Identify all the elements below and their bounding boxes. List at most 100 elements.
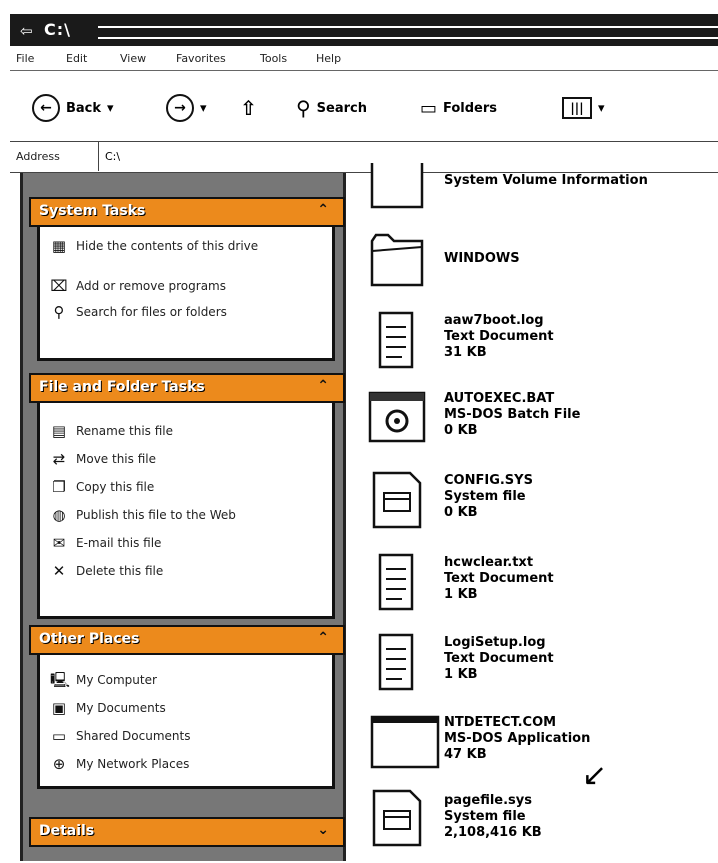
expand-chevron-icon[interactable]: ⌄ — [317, 822, 329, 838]
views-button[interactable]: ||| ▾ — [562, 93, 605, 123]
search-icon: ⚲ — [53, 303, 65, 321]
menu-bar: File Edit View Favorites Tools Help — [10, 46, 718, 71]
back-label: Back — [66, 100, 102, 116]
collapse-chevron-icon[interactable]: ⌃ — [317, 202, 329, 218]
task-label: Hide the contents of this drive — [76, 239, 259, 253]
annotation-arrow-icon: ↙ — [582, 758, 608, 793]
task-label: Publish this file to the Web — [76, 508, 236, 522]
file-name: hcwclear.txt — [444, 555, 534, 570]
copy-task[interactable]: ❐ Copy this file — [50, 479, 154, 495]
task-label: E-mail this file — [76, 536, 162, 550]
views-icon: ||| — [562, 97, 592, 119]
move-task[interactable]: ⇄ Move this file — [50, 451, 156, 467]
system-file-icon — [372, 471, 422, 529]
menu-view[interactable]: View — [120, 52, 146, 65]
menu-favorites[interactable]: Favorites — [176, 52, 226, 65]
menu-edit[interactable]: Edit — [66, 52, 87, 65]
computer-icon: 🖳 — [50, 671, 71, 689]
copy-icon: ❐ — [52, 478, 66, 496]
collapse-chevron-icon[interactable]: ⌃ — [317, 630, 329, 646]
file-folder-tasks-header[interactable]: File and Folder Tasks ⌃ — [29, 373, 345, 403]
file-item[interactable]: LogiSetup.log Text Document 1 KB — [356, 625, 716, 705]
file-item[interactable]: WINDOWS — [356, 229, 716, 309]
file-type: Text Document — [444, 571, 554, 586]
folder-icon — [370, 163, 424, 209]
file-size: 1 KB — [444, 587, 478, 602]
task-pane: ▦ Hide the contents of this drive ⌧ Add … — [20, 173, 346, 861]
file-size: 47 KB — [444, 747, 487, 762]
file-type: System file — [444, 809, 526, 824]
my-documents-link[interactable]: ▣ My Documents — [50, 700, 166, 716]
file-name: pagefile.sys — [444, 793, 532, 808]
file-item[interactable]: AUTOEXEC.BAT MS-DOS Batch File 0 KB — [356, 385, 716, 465]
chevron-down-icon: ▾ — [200, 100, 207, 116]
add-remove-programs-task[interactable]: ⌧ Add or remove programs — [50, 278, 226, 294]
hide-drive-icon: ▦ — [51, 237, 67, 255]
forward-arrow-icon: → — [166, 94, 194, 122]
file-size: 1 KB — [444, 667, 478, 682]
file-item[interactable]: hcwclear.txt Text Document 1 KB — [356, 545, 716, 625]
task-label: Move this file — [76, 452, 156, 466]
application-icon — [370, 715, 440, 769]
file-name: System Volume Information — [444, 173, 648, 188]
batch-file-icon — [368, 391, 426, 443]
file-type: MS-DOS Batch File — [444, 407, 581, 422]
menu-help[interactable]: Help — [316, 52, 341, 65]
file-item[interactable]: CONFIG.SYS System file 0 KB — [356, 465, 716, 545]
folders-button[interactable]: ▭ Folders — [420, 93, 497, 123]
task-label: Rename this file — [76, 424, 174, 438]
file-name: LogiSetup.log — [444, 635, 546, 650]
network-places-link[interactable]: ⊕ My Network Places — [50, 756, 190, 772]
hide-contents-task[interactable]: ▦ Hide the contents of this drive — [50, 238, 320, 254]
back-button[interactable]: ← Back ▾ — [32, 93, 114, 123]
menu-tools[interactable]: Tools — [260, 52, 287, 65]
title-bar: ⇦ C:\ — [10, 14, 718, 46]
file-item[interactable]: aaw7boot.log Text Document 31 KB — [356, 303, 716, 383]
search-files-task[interactable]: ⚲ Search for files or folders — [50, 304, 227, 320]
rename-icon: ▤ — [51, 422, 67, 440]
shared-documents-link[interactable]: ▭ Shared Documents — [50, 727, 191, 745]
my-computer-link[interactable]: 🖳 My Computer — [50, 672, 157, 688]
file-size: 2,108,416 KB — [444, 825, 542, 840]
folders-label: Folders — [443, 100, 498, 116]
forward-button[interactable]: → ▾ — [166, 93, 207, 123]
details-header[interactable]: Details ⌄ — [29, 817, 345, 847]
toolbar: ← Back ▾ → ▾ ⇧ ⚲ Search ▭ Folders ||| ▾ — [10, 71, 718, 142]
delete-task[interactable]: ✕ Delete this file — [50, 562, 164, 580]
task-label: Copy this file — [76, 480, 155, 494]
address-label: Address — [16, 150, 60, 163]
search-icon: ⚲ — [296, 96, 311, 120]
group-title: Other Places — [39, 631, 140, 647]
group-title: File and Folder Tasks — [39, 379, 205, 395]
search-button[interactable]: ⚲ Search — [296, 93, 367, 123]
file-item[interactable]: System Volume Information — [356, 159, 716, 239]
address-value: C:\ — [105, 150, 121, 163]
delete-icon: ✕ — [52, 562, 66, 580]
up-folder-button[interactable]: ⇧ — [240, 93, 257, 123]
file-list: System Volume Information WINDOWS aaw7bo… — [346, 163, 718, 863]
documents-folder-icon: ▣ — [51, 699, 67, 717]
other-places-header[interactable]: Other Places ⌃ — [29, 625, 345, 655]
group-title: System Tasks — [39, 203, 146, 219]
file-size: 31 KB — [444, 345, 487, 360]
menu-file[interactable]: File — [16, 52, 34, 65]
email-task[interactable]: ✉ E-mail this file — [50, 535, 162, 551]
globe-icon: ◍ — [52, 506, 66, 524]
publish-task[interactable]: ◍ Publish this file to the Web — [50, 506, 236, 524]
file-item[interactable]: pagefile.sys System file 2,108,416 KB — [356, 783, 716, 863]
file-size: 0 KB — [444, 423, 478, 438]
collapse-chevron-icon[interactable]: ⌃ — [317, 378, 329, 394]
rename-task[interactable]: ▤ Rename this file — [50, 423, 173, 439]
file-name: WINDOWS — [444, 251, 520, 266]
text-document-icon — [378, 311, 414, 369]
system-tasks-header[interactable]: System Tasks ⌃ — [29, 197, 345, 227]
file-type: Text Document — [444, 651, 554, 666]
folder-icon: ▭ — [51, 727, 67, 745]
file-item[interactable]: NTDETECT.COM MS-DOS Application 47 KB — [356, 705, 716, 785]
file-name: aaw7boot.log — [444, 313, 544, 328]
search-label: Search — [316, 100, 367, 116]
text-document-icon — [378, 633, 414, 691]
file-name: NTDETECT.COM — [444, 715, 557, 730]
other-places-panel: 🖳 My Computer ▣ My Documents ▭ Shared Do… — [37, 643, 335, 789]
chevron-down-icon: ▾ — [107, 100, 114, 116]
